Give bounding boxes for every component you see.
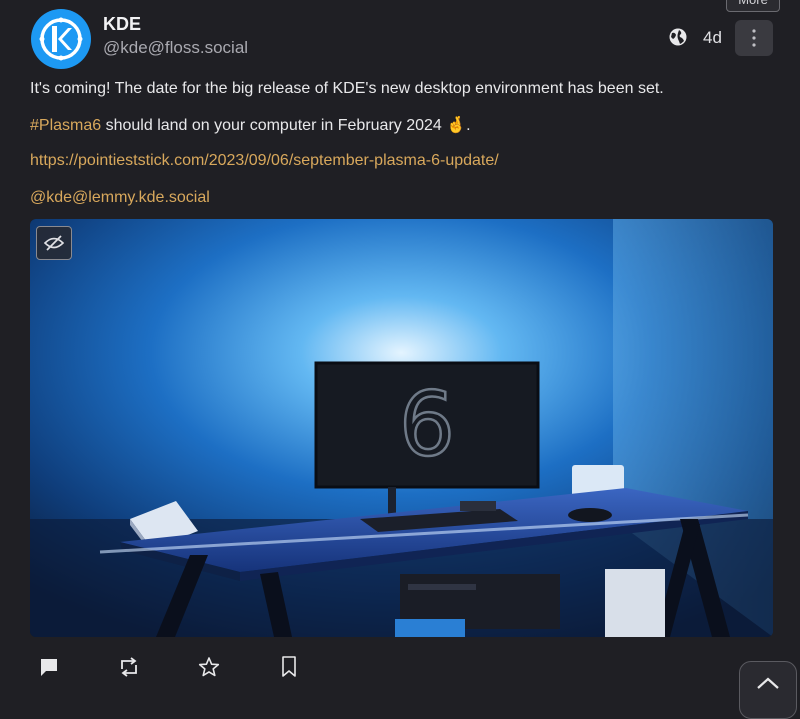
post-actions (0, 655, 800, 679)
eye-slash-icon (43, 235, 65, 251)
bookmark-button[interactable] (277, 655, 301, 679)
bookmark-icon (282, 656, 296, 677)
boost-icon (121, 657, 137, 677)
url-link[interactable]: https://pointieststick.com/2023/09/06/se… (30, 152, 499, 169)
media-attachment[interactable]: 6 (30, 219, 773, 637)
monitor-screen-text: 6 (399, 373, 455, 476)
kde-logo-icon (39, 17, 83, 61)
post-time[interactable]: 4d (703, 28, 722, 48)
chevron-up-icon (757, 677, 779, 689)
account-handle[interactable]: @kde@floss.social (103, 38, 248, 58)
post-text-line: It's coming! The date for the big releas… (30, 80, 664, 97)
avatar[interactable] (31, 9, 91, 69)
hashtag-link[interactable]: #Plasma6 (30, 117, 101, 134)
reply-icon (41, 659, 57, 676)
mention-link[interactable]: @kde@lemmy.kde.social (30, 189, 210, 206)
scroll-to-top-button[interactable] (739, 661, 797, 719)
more-tooltip: More (726, 0, 780, 12)
reply-button[interactable] (37, 655, 61, 679)
hide-media-button[interactable] (36, 226, 72, 260)
globe-icon (669, 28, 687, 46)
desk-setup-image: 6 (30, 219, 773, 637)
post-text-line: #Plasma6 should land on your computer in… (30, 115, 471, 137)
more-vertical-icon (752, 29, 756, 47)
star-icon (198, 657, 220, 677)
display-name[interactable]: KDE (103, 14, 141, 35)
more-button[interactable] (735, 20, 773, 56)
post-text-fragment: should land on your computer in February… (101, 117, 471, 134)
boost-button[interactable] (117, 655, 141, 679)
favourite-button[interactable] (197, 655, 221, 679)
